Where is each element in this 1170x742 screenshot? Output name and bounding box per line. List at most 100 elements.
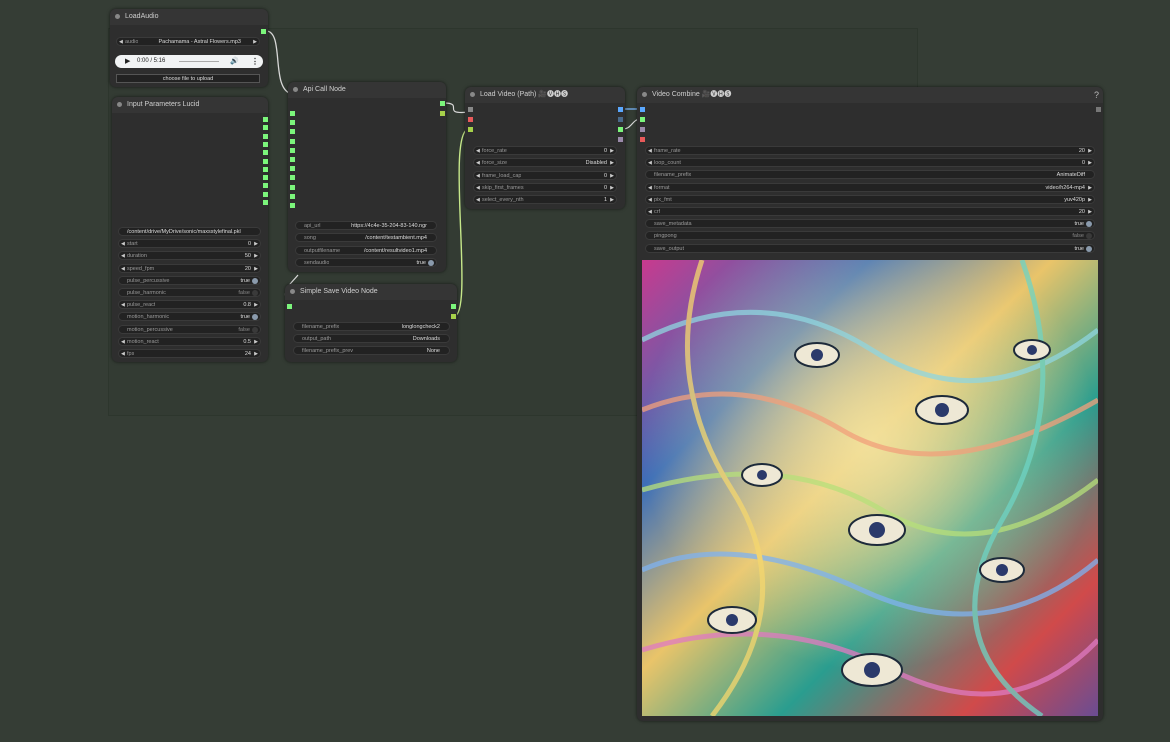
input-params-motion-harmonic-widget[interactable]: motion_harmonic true bbox=[118, 312, 261, 322]
collapse-dot[interactable] bbox=[117, 102, 122, 107]
left-arrow-icon[interactable]: ◀ bbox=[476, 172, 480, 181]
input-params-motion-percussive-widget[interactable]: motion_percussive false bbox=[118, 324, 261, 334]
left-arrow-icon[interactable]: ◀ bbox=[119, 38, 123, 47]
toggle-knob-icon[interactable] bbox=[1086, 221, 1092, 228]
right-arrow-icon[interactable]: ▶ bbox=[254, 301, 258, 310]
toggle-knob-icon[interactable] bbox=[428, 259, 434, 266]
left-arrow-icon[interactable]: ◀ bbox=[121, 350, 125, 359]
load-video-output-4[interactable] bbox=[618, 137, 623, 142]
right-arrow-icon[interactable]: ▶ bbox=[254, 350, 258, 359]
right-arrow-icon[interactable]: ▶ bbox=[610, 184, 614, 193]
play-icon[interactable]: ▶ bbox=[125, 55, 130, 68]
right-arrow-icon[interactable]: ▶ bbox=[610, 196, 614, 205]
toggle-knob-icon[interactable] bbox=[252, 277, 258, 284]
right-arrow-icon[interactable]: ▶ bbox=[610, 172, 614, 181]
simple-save-filename-prefix-prev-widget[interactable]: filename_prefix_prev None bbox=[293, 346, 450, 355]
right-arrow-icon[interactable]: ▶ bbox=[1088, 208, 1092, 217]
toggle-knob-icon[interactable] bbox=[1086, 245, 1092, 252]
left-arrow-icon[interactable]: ◀ bbox=[476, 196, 480, 205]
collapse-dot[interactable] bbox=[115, 14, 120, 19]
left-arrow-icon[interactable]: ◀ bbox=[648, 159, 652, 168]
input-params-duration-widget[interactable]: ◀ ▶ duration 50 bbox=[118, 251, 261, 261]
simple-save-output-path-widget[interactable]: output_path Downloads bbox=[293, 334, 450, 343]
api-call-node[interactable]: Api Call Node api_url https://4c4e-35-204… bbox=[288, 82, 446, 272]
audio-combo[interactable]: ◀ audio Pachamama - Astral Flowers.mp3 ▶ bbox=[116, 37, 260, 46]
input-params-node[interactable]: Input Parameters Lucid /content/drive/My… bbox=[112, 97, 268, 362]
collapse-dot[interactable] bbox=[293, 87, 298, 92]
combine-input-4[interactable] bbox=[640, 137, 645, 142]
audio-output-slot[interactable] bbox=[261, 29, 266, 34]
input-params-motion-react-widget[interactable]: ◀ ▶ motion_react 0.5 bbox=[118, 336, 261, 347]
video-combine-pingpong-widget[interactable]: pingpong false bbox=[645, 231, 1095, 241]
api-input-slot[interactable] bbox=[290, 184, 295, 190]
load-video-select-every-nth-widget[interactable]: ◀ ▶ select_every_nth 1 bbox=[473, 195, 617, 205]
input-params-output-slot[interactable] bbox=[263, 133, 268, 139]
input-params-start-widget[interactable]: ◀ ▶ start 0 bbox=[118, 239, 261, 249]
right-arrow-icon[interactable]: ▶ bbox=[253, 38, 257, 47]
toggle-knob-icon[interactable] bbox=[252, 314, 258, 321]
api-input-slot[interactable] bbox=[290, 138, 295, 144]
input-params-fps-widget[interactable]: ◀ ▶ fps 24 bbox=[118, 349, 261, 358]
right-arrow-icon[interactable]: ▶ bbox=[254, 240, 258, 249]
load-video-input-3[interactable] bbox=[468, 127, 473, 132]
more-vert-icon[interactable]: ⋮ bbox=[251, 55, 259, 68]
api-call-title[interactable]: Api Call Node bbox=[288, 82, 446, 98]
input-params-value-widget[interactable]: /content/drive/MyDrive/sonic/maxsstylefi… bbox=[118, 227, 261, 236]
right-arrow-icon[interactable]: ▶ bbox=[1088, 184, 1092, 193]
api-call-sendaudio-widget[interactable]: sendaudio true bbox=[295, 257, 437, 267]
left-arrow-icon[interactable]: ◀ bbox=[648, 184, 652, 193]
combine-input-audio[interactable] bbox=[640, 117, 645, 122]
input-params-pulse-react-widget[interactable]: ◀ ▶ pulse_react 0.8 bbox=[118, 300, 261, 310]
load-video-input-1[interactable] bbox=[468, 107, 473, 112]
input-params-output-slot[interactable] bbox=[263, 200, 268, 205]
load-video-skip-first-frames-widget[interactable]: ◀ ▶ skip_first_frames 0 bbox=[473, 182, 617, 193]
toggle-knob-icon[interactable] bbox=[1086, 233, 1092, 240]
api-call-song-widget[interactable]: song/content/testambient.mp4 bbox=[295, 233, 437, 243]
left-arrow-icon[interactable]: ◀ bbox=[476, 184, 480, 193]
load-video-frame-load-cap-widget[interactable]: ◀ ▶ frame_load_cap 0 bbox=[473, 170, 617, 181]
api-input-slot[interactable] bbox=[290, 193, 295, 199]
collapse-dot[interactable] bbox=[642, 92, 647, 97]
volume-icon[interactable]: 🔊 bbox=[230, 55, 239, 68]
load-video-output-images[interactable] bbox=[618, 107, 623, 112]
video-combine-pix-fmt-widget[interactable]: ◀ ▶ pix_fmt yuv420p bbox=[645, 194, 1095, 205]
load-video-node[interactable]: Load Video (Path) 🎥🅥🅗🅢 ◀ ▶ force_rate 0 ◀ ▶ fo… bbox=[465, 87, 625, 209]
input-params-output-slot[interactable] bbox=[263, 158, 268, 164]
audio-player[interactable]: ▶ 0:00 / 5:16 🔊 ⋮ bbox=[115, 55, 263, 68]
video-combine-crf-widget[interactable]: ◀ ▶ crf 20 bbox=[645, 207, 1095, 216]
right-arrow-icon[interactable]: ▶ bbox=[610, 147, 614, 156]
left-arrow-icon[interactable]: ◀ bbox=[121, 301, 125, 310]
toggle-knob-icon[interactable] bbox=[252, 290, 258, 296]
left-arrow-icon[interactable]: ◀ bbox=[648, 196, 652, 205]
help-icon[interactable]: ? bbox=[1094, 87, 1099, 103]
left-arrow-icon[interactable]: ◀ bbox=[121, 265, 125, 274]
left-arrow-icon[interactable]: ◀ bbox=[648, 147, 652, 156]
right-arrow-icon[interactable]: ▶ bbox=[254, 338, 258, 347]
input-params-output-slot[interactable] bbox=[263, 117, 268, 122]
input-params-pulse-percussive-widget[interactable]: pulse_percussive true bbox=[118, 275, 261, 285]
input-params-title[interactable]: Input Parameters Lucid bbox=[112, 97, 268, 113]
collapse-dot[interactable] bbox=[470, 92, 475, 97]
load-audio-title[interactable]: LoadAudio bbox=[110, 9, 268, 25]
right-arrow-icon[interactable]: ▶ bbox=[610, 159, 614, 168]
load-video-force-size-widget[interactable]: ◀ ▶ force_size Disabled bbox=[473, 158, 617, 168]
right-arrow-icon[interactable]: ▶ bbox=[254, 252, 258, 261]
api-call-api-url-widget[interactable]: api_url https://4c4e-35-204-83-140.ngr bbox=[295, 221, 437, 230]
left-arrow-icon[interactable]: ◀ bbox=[121, 240, 125, 249]
left-arrow-icon[interactable]: ◀ bbox=[121, 252, 125, 261]
input-params-speed-fpm-widget[interactable]: ◀ ▶ speed_fpm 20 bbox=[118, 263, 261, 274]
input-params-output-slot[interactable] bbox=[263, 150, 268, 156]
video-combine-format-widget[interactable]: ◀ ▶ format video/h264-mp4 bbox=[645, 182, 1095, 193]
video-combine-save-output-widget[interactable]: save_output true bbox=[645, 243, 1095, 253]
seek-bar[interactable] bbox=[179, 61, 219, 62]
input-params-output-slot[interactable] bbox=[263, 141, 268, 147]
right-arrow-icon[interactable]: ▶ bbox=[1088, 147, 1092, 156]
load-audio-node[interactable]: LoadAudio ◀ audio Pachamama - Astral Flo… bbox=[110, 9, 268, 87]
save-output-slot-1[interactable] bbox=[451, 304, 456, 309]
left-arrow-icon[interactable]: ◀ bbox=[648, 208, 652, 217]
right-arrow-icon[interactable]: ▶ bbox=[1088, 196, 1092, 205]
simple-save-node[interactable]: Simple Save Video Node filename_prefix lo… bbox=[285, 284, 457, 362]
input-params-output-slot[interactable] bbox=[263, 191, 268, 197]
api-input-slot[interactable] bbox=[290, 166, 295, 172]
api-input-slot[interactable] bbox=[290, 175, 295, 181]
